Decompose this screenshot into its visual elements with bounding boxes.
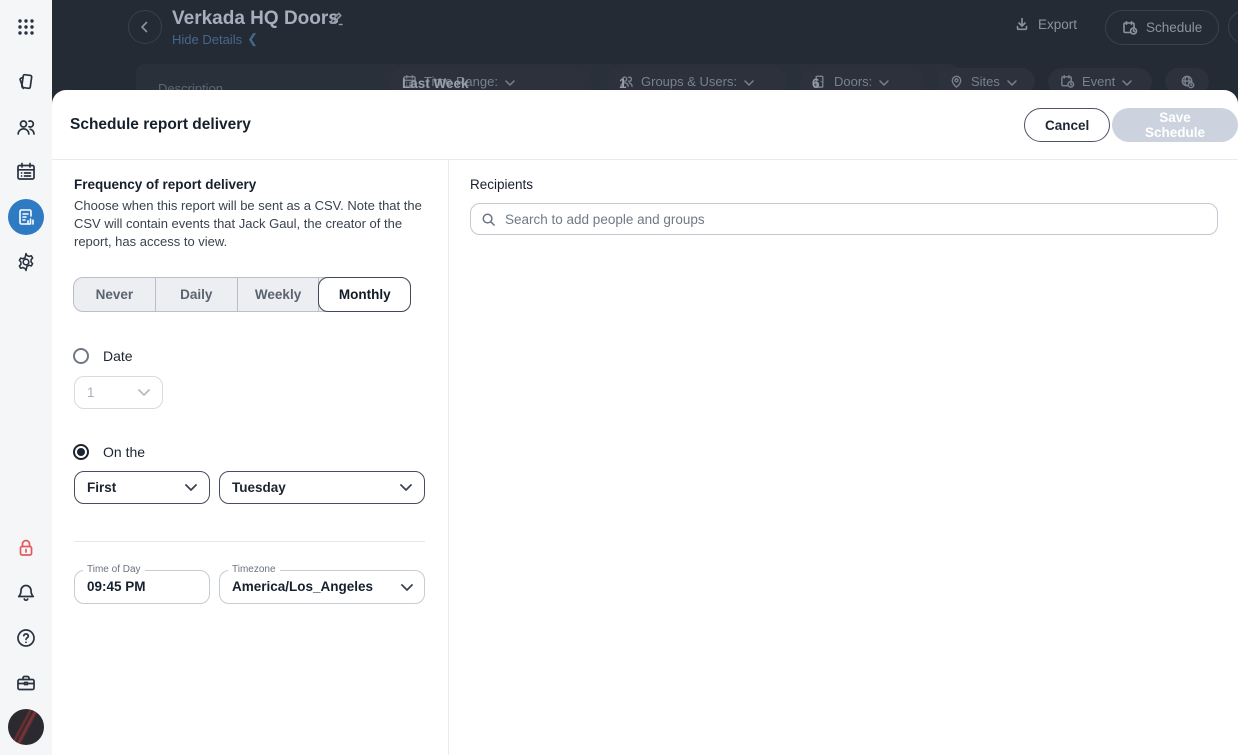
search-icon <box>481 212 496 227</box>
chevron-down-icon <box>505 74 515 89</box>
frequency-segmented-control: Never Daily Weekly Monthly <box>73 277 411 312</box>
section-divider <box>74 541 425 542</box>
sidebar-item-apps[interactable] <box>0 9 52 45</box>
page-title: Verkada HQ Doors <box>172 8 339 30</box>
frequency-option-daily[interactable]: Daily <box>156 278 238 311</box>
date-number-select[interactable]: 1 <box>74 376 163 409</box>
schedule-button[interactable]: Schedule <box>1105 10 1219 45</box>
sidebar-item-toolbox[interactable] <box>0 665 52 701</box>
apps-grid-icon <box>15 16 37 38</box>
ordinal-select[interactable]: First <box>74 471 210 504</box>
on-the-radio-row: On the <box>73 444 145 460</box>
edit-title-pencil-icon[interactable] <box>328 11 344 27</box>
panel-divider <box>448 160 449 755</box>
calendar-clock-icon <box>1060 74 1075 89</box>
on-the-radio[interactable] <box>73 444 89 460</box>
date-radio[interactable] <box>73 348 89 364</box>
frequency-option-weekly[interactable]: Weekly <box>238 278 320 311</box>
sidebar-item-users[interactable] <box>0 109 52 145</box>
date-radio-label: Date <box>103 348 133 364</box>
people-icon <box>15 116 37 138</box>
chevron-down-icon <box>400 484 412 491</box>
back-chevron-icon <box>137 19 153 35</box>
calendar-clock-icon <box>1122 20 1138 36</box>
frequency-option-never[interactable]: Never <box>74 278 156 311</box>
user-avatar[interactable] <box>8 709 44 745</box>
timezone-select[interactable]: Timezone America/Los_Angeles <box>219 570 425 604</box>
frequency-heading: Frequency of report delivery <box>74 177 256 192</box>
more-options-button[interactable]: ⋯ <box>1228 10 1238 44</box>
timezone-value: America/Los_Angeles <box>232 579 373 594</box>
timezone-label: Timezone <box>228 564 280 575</box>
download-icon <box>1014 16 1030 32</box>
sidebar-item-credentials[interactable] <box>0 64 52 100</box>
chevron-down-icon <box>185 484 197 491</box>
sidebar-item-reports[interactable] <box>0 199 52 235</box>
export-button[interactable]: Export <box>1014 16 1077 32</box>
chevron-down-icon <box>879 74 889 89</box>
bell-icon <box>15 582 37 604</box>
schedule-report-modal: Schedule report delivery Cancel Save Sch… <box>52 90 1238 755</box>
recipients-search-input[interactable] <box>505 212 1207 227</box>
time-of-day-label: Time of Day <box>83 564 145 575</box>
time-of-day-field[interactable]: Time of Day 09:45 PM <box>74 570 210 604</box>
back-button[interactable] <box>128 10 162 44</box>
report-doc-icon <box>16 207 36 227</box>
lockdown-lock-icon <box>15 537 37 559</box>
hide-details-link[interactable]: Hide Details ❮ <box>172 31 258 47</box>
recipients-heading: Recipients <box>470 177 533 192</box>
active-nav-highlight <box>8 199 44 235</box>
sidebar-item-notifications[interactable] <box>0 575 52 611</box>
cancel-button[interactable]: Cancel <box>1024 108 1110 142</box>
chevron-down-icon <box>1007 74 1017 89</box>
map-pin-icon <box>949 74 964 89</box>
badge-cards-icon <box>15 71 37 93</box>
sidebar-item-settings[interactable] <box>0 244 52 280</box>
collapse-chevron-icon: ❮ <box>247 31 258 47</box>
toolbox-icon <box>15 672 37 694</box>
sidebar-item-schedules[interactable] <box>0 154 52 190</box>
modal-title: Schedule report delivery <box>70 116 251 134</box>
sidebar-item-help[interactable] <box>0 620 52 656</box>
chevron-down-icon <box>401 584 413 591</box>
frequency-description: Choose when this report will be sent as … <box>74 197 428 251</box>
weekday-select[interactable]: Tuesday <box>219 471 425 504</box>
on-the-radio-label: On the <box>103 444 145 460</box>
chevron-down-icon <box>1122 74 1132 89</box>
modal-header: Schedule report delivery Cancel Save Sch… <box>52 90 1238 160</box>
help-icon <box>15 627 37 649</box>
app-window: Verkada HQ Doors Hide Details ❮ Export S… <box>0 0 1238 755</box>
calendar-list-icon <box>15 161 37 183</box>
globe-clock-icon <box>1180 74 1195 89</box>
frequency-option-monthly[interactable]: Monthly <box>318 277 411 312</box>
chevron-down-icon <box>138 389 150 396</box>
save-schedule-button[interactable]: Save Schedule <box>1112 108 1238 142</box>
sidebar-item-lockdown[interactable] <box>0 530 52 566</box>
recipients-search <box>470 203 1218 235</box>
time-of-day-value: 09:45 PM <box>87 579 146 594</box>
date-radio-row: Date <box>73 348 133 364</box>
chevron-down-icon <box>744 74 754 89</box>
left-sidebar <box>0 0 52 755</box>
gear-icon <box>15 251 37 273</box>
